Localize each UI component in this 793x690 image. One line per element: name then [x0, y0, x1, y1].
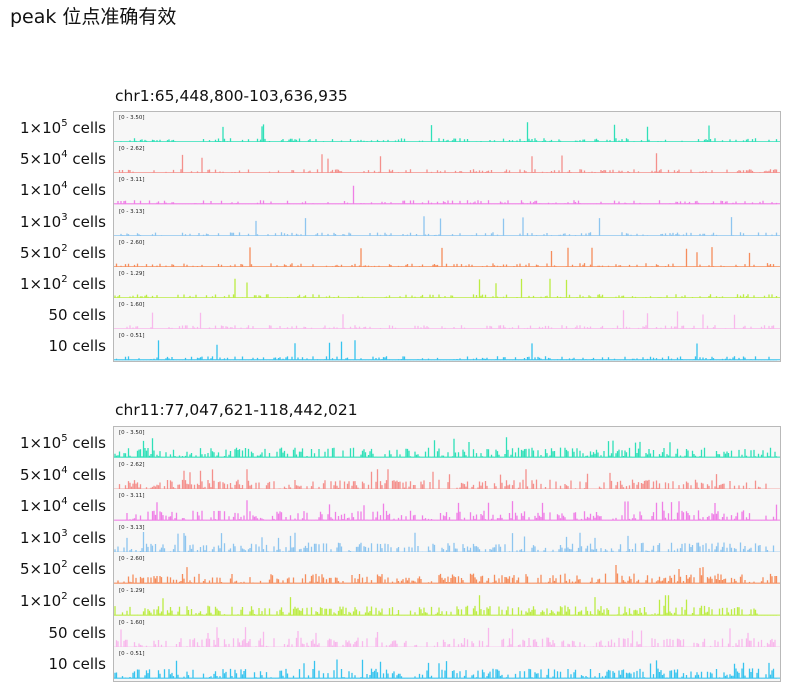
cell-count-suffix: cells	[67, 655, 106, 674]
track-row-label: 5×102 cells	[20, 559, 106, 579]
signal-peaks	[114, 500, 778, 521]
track-row-label: 50 cells	[49, 624, 107, 642]
signal-track	[114, 531, 780, 553]
track-row-label: 1×105 cells	[20, 118, 106, 138]
signal-peaks	[114, 565, 778, 584]
cell-count-suffix: cells	[67, 497, 106, 516]
cell-count-exponent: 5	[61, 433, 68, 444]
cell-count-mantissa: 50	[48, 623, 68, 642]
track-row-label: 50 cells	[49, 306, 107, 324]
cell-count-suffix: cells	[67, 306, 106, 325]
cell-count-mantissa: 1×10	[20, 119, 62, 137]
cell-count-suffix: cells	[67, 150, 106, 169]
cell-count-suffix: cells	[67, 560, 106, 579]
cell-count-mantissa: 5×10	[20, 150, 62, 169]
signal-peaks	[114, 468, 778, 490]
track-row-label: 1×104 cells	[20, 496, 106, 516]
cell-count-suffix: cells	[67, 465, 106, 484]
cell-count-mantissa: 1×10	[20, 434, 62, 452]
track-row-label: 5×104 cells	[20, 464, 106, 484]
cell-count-exponent: 2	[61, 274, 68, 285]
signal-peaks	[114, 626, 778, 648]
cell-count-exponent: 2	[61, 242, 68, 254]
signal-track	[114, 595, 780, 616]
track-row-label: 10 cells	[49, 655, 107, 673]
signal-track	[114, 626, 780, 648]
cell-count-exponent: 5	[61, 118, 68, 129]
cell-count-exponent: 3	[61, 211, 68, 223]
track-row-label: 1×103 cells	[20, 527, 106, 547]
track-row-label: 1×102 cells	[20, 274, 106, 294]
track-row-label: 5×104 cells	[20, 149, 106, 169]
signal-track	[114, 565, 780, 584]
track-row-label: 1×102 cells	[20, 591, 106, 611]
signal-peaks	[114, 531, 778, 553]
cell-count-exponent: 4	[61, 149, 68, 161]
cell-count-suffix: cells	[67, 623, 106, 642]
cell-count-mantissa: 5×10	[20, 465, 62, 484]
cell-count-mantissa: 1×10	[20, 528, 62, 547]
cell-count-suffix: cells	[67, 275, 106, 293]
cell-count-mantissa: 10	[48, 337, 68, 356]
track-row-label: 1×104 cells	[20, 180, 106, 200]
cell-count-mantissa: 1×10	[20, 212, 62, 231]
track-row-label: 1×105 cells	[20, 433, 106, 453]
track-row-label: 10 cells	[49, 337, 107, 355]
cell-count-mantissa: 1×10	[20, 497, 62, 516]
cell-count-exponent: 3	[61, 527, 68, 539]
cell-count-mantissa: 5×10	[20, 560, 62, 579]
cell-count-exponent: 4	[61, 464, 68, 476]
cell-count-mantissa: 1×10	[20, 592, 62, 610]
signal-peaks	[114, 595, 778, 616]
cell-count-suffix: cells	[67, 212, 106, 231]
cell-count-mantissa: 5×10	[20, 243, 62, 262]
cell-count-suffix: cells	[67, 181, 106, 200]
cell-count-suffix: cells	[67, 337, 106, 356]
cell-count-mantissa: 1×10	[20, 275, 62, 293]
cell-count-mantissa: 10	[48, 655, 68, 674]
genome-browser-panel-chr11: chr11:77,047,621-118,442,021 [0 - 3.50][…	[0, 0, 793, 690]
cell-count-mantissa: 50	[48, 306, 68, 325]
signal-track	[114, 468, 780, 490]
cell-count-suffix: cells	[67, 243, 106, 262]
cell-count-suffix: cells	[67, 592, 106, 610]
cell-count-exponent: 4	[61, 180, 68, 192]
locus-label: chr11:77,047,621-118,442,021	[115, 401, 358, 419]
track-row-label: 1×103 cells	[20, 211, 106, 231]
track-box: [0 - 3.50] [0 - 2.62] [0 - 3.11] [0 - 3.13]…	[113, 426, 781, 682]
signal-track	[114, 500, 780, 521]
cell-count-suffix: cells	[67, 434, 106, 452]
signal-track	[114, 659, 780, 679]
signal-peaks	[114, 437, 778, 458]
cell-count-suffix: cells	[67, 119, 106, 137]
cell-count-exponent: 2	[61, 559, 68, 571]
cell-count-exponent: 4	[61, 496, 68, 508]
cell-count-mantissa: 1×10	[20, 181, 62, 200]
signal-track	[114, 437, 780, 458]
cell-count-exponent: 2	[61, 591, 68, 602]
cell-count-suffix: cells	[67, 528, 106, 547]
track-row-label: 5×102 cells	[20, 242, 106, 262]
signal-peaks	[114, 659, 778, 679]
